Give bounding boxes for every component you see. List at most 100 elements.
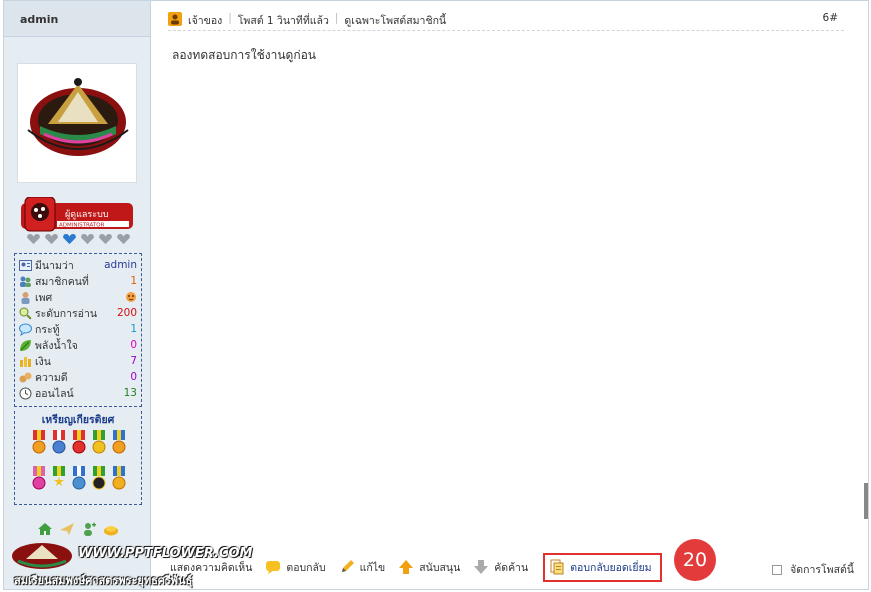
author-sidebar: admin ผู้ดูแลระบบ ADMINISTRATOR มีนามว่า…: [4, 1, 252, 589]
gender-icon: [21, 291, 30, 304]
stat-row: ออนไลน์ 13: [19, 385, 139, 401]
separator: |: [228, 12, 232, 24]
post-header: เจ้าของ | โพสต์ 1 วินาทีที่แล้ว | ดูเฉพา…: [168, 9, 844, 31]
stat-label: พลังน้ำใจ: [35, 339, 78, 352]
post-frame: admin ผู้ดูแลระบบ ADMINISTRATOR มีนามว่า…: [3, 0, 869, 590]
rank-badge: ผู้ดูแลระบบ ADMINISTRATOR: [21, 196, 133, 233]
author-username[interactable]: admin: [4, 1, 150, 37]
goodness-icon: [19, 372, 32, 382]
oppose-button[interactable]: คัดค้าน: [473, 559, 528, 576]
support-button[interactable]: สนับสนุน: [398, 559, 460, 576]
rank-badge-text: ผู้ดูแลระบบ: [65, 209, 109, 220]
edit-button[interactable]: แก้ไข: [339, 559, 386, 576]
heart-icon: [27, 234, 40, 245]
medals-box: เหรียญเกียรติยศ: [14, 411, 142, 505]
gift-icon[interactable]: [103, 521, 119, 537]
oppose-label: คัดค้าน: [494, 561, 529, 574]
stat-label: กระทู้: [35, 323, 60, 336]
heart-icon: [63, 234, 76, 245]
stat-label: สมาชิกคนที่: [35, 275, 89, 288]
stat-label: ระดับการอ่าน: [35, 307, 98, 320]
money-icon: [20, 356, 31, 367]
best-reply-button[interactable]: ตอบกลับยอดเยี่ยม: [543, 552, 662, 582]
author-stats: มีนามว่า admin สมาชิกคนที่ 1 เพศ ระดับกา…: [14, 253, 142, 407]
stat-row: เงิน 7: [19, 353, 139, 369]
add-friend-icon[interactable]: [81, 521, 97, 537]
stat-value: 1: [130, 275, 137, 287]
stat-value: 0: [130, 339, 137, 351]
stat-value[interactable]: 1: [130, 323, 139, 335]
heart-icon: [45, 234, 58, 245]
reply-button[interactable]: ตอบกลับ: [265, 559, 326, 576]
scrollbar[interactable]: [864, 483, 868, 519]
reply-bubble-icon: [266, 561, 281, 574]
owner-label: เจ้าของ: [188, 15, 223, 27]
stat-label: มีนามว่า: [35, 259, 74, 272]
stat-value[interactable]: admin: [104, 259, 139, 271]
medal-icon: [32, 466, 46, 490]
home-icon[interactable]: [37, 521, 53, 537]
comment-label: แสดงความคิดเห็น: [170, 561, 253, 574]
profile-actions: [37, 521, 121, 537]
post-main: เจ้าของ | โพสต์ 1 วินาทีที่แล้ว | ดูเฉพา…: [152, 1, 868, 589]
post-number[interactable]: 6#: [823, 12, 838, 24]
members-icon: [20, 276, 31, 287]
stat-row: พลังน้ำใจ 0: [19, 337, 139, 353]
support-label: สนับสนุน: [419, 561, 461, 574]
stat-value: 13: [123, 387, 137, 399]
best-reply-icon: [550, 559, 564, 575]
best-reply-label: ตอบกลับยอดเยี่ยม: [570, 561, 652, 574]
heart-icon: [99, 234, 112, 245]
stat-value: 200: [116, 307, 137, 319]
separator: |: [334, 12, 339, 24]
stat-row: กระทู้ 1: [19, 321, 139, 337]
posted-time: โพสต์ 1 วินาทีที่แล้ว: [237, 15, 329, 27]
stat-value: 7: [130, 355, 137, 367]
medal-icon: [112, 430, 126, 454]
send-message-icon[interactable]: [59, 521, 75, 537]
heart-icon: [117, 234, 130, 245]
reply-label: ตอบกลับ: [286, 561, 326, 574]
medal-icon: [72, 430, 86, 454]
user-card-icon: [19, 259, 32, 271]
medal-icon: [72, 466, 86, 490]
medal-icon: [112, 466, 126, 490]
manage-checkbox[interactable]: [772, 564, 783, 575]
manage-label: จัดการโพสต์นี้: [790, 564, 854, 576]
stat-row: ระดับการอ่าน 200: [19, 305, 139, 321]
thumb-down-arrow-icon: [474, 560, 489, 574]
watermark-logo: [12, 543, 72, 569]
stat-label: ออนไลน์: [35, 387, 74, 400]
heart-icon: [81, 234, 94, 245]
stat-row: มีนามว่า admin: [19, 257, 139, 273]
gender-secret-icon: [126, 292, 136, 302]
medal-icon: [52, 430, 66, 454]
stat-value: 0: [130, 371, 137, 383]
stat-row: สมาชิกคนที่ 1: [19, 273, 139, 289]
clock-icon: [19, 387, 32, 399]
medal-icon: [53, 466, 65, 486]
post-content: ลองทดสอบการใช้งานดูก่อน: [172, 48, 316, 62]
stat-label: เพศ: [35, 291, 53, 304]
only-this-author-link[interactable]: ดูเฉพาะโพสต์สมาชิกนี้: [344, 12, 446, 29]
medal-icon: [92, 430, 106, 454]
rank-stars: [26, 234, 136, 246]
medal-grid: [29, 430, 129, 496]
medal-icon: [92, 466, 106, 490]
stat-label: ความดี: [35, 371, 68, 384]
manage-post[interactable]: จัดการโพสต์นี้: [772, 561, 854, 578]
stat-row: เพศ: [19, 289, 139, 305]
edit-label: แก้ไข: [359, 561, 386, 574]
post-actions: แสดงความคิดเห็น ตอบกลับ แก้ไข สนับสนุน ค…: [170, 551, 858, 583]
speech-bubble-icon: [19, 323, 32, 336]
stat-row: ความดี 0: [19, 369, 139, 385]
search-level-icon: [19, 307, 32, 320]
stat-label: เงิน: [35, 355, 51, 368]
author-avatar[interactable]: [17, 63, 137, 183]
rank-badge-sub: ADMINISTRATOR: [59, 223, 105, 229]
leaf-icon: [20, 339, 31, 351]
medals-title: เหรียญเกียรติยศ: [15, 411, 141, 428]
comment-button[interactable]: แสดงความคิดเห็น: [170, 559, 252, 576]
annotation-number-badge: 20: [674, 539, 716, 581]
thumb-up-arrow-icon: [399, 560, 414, 574]
